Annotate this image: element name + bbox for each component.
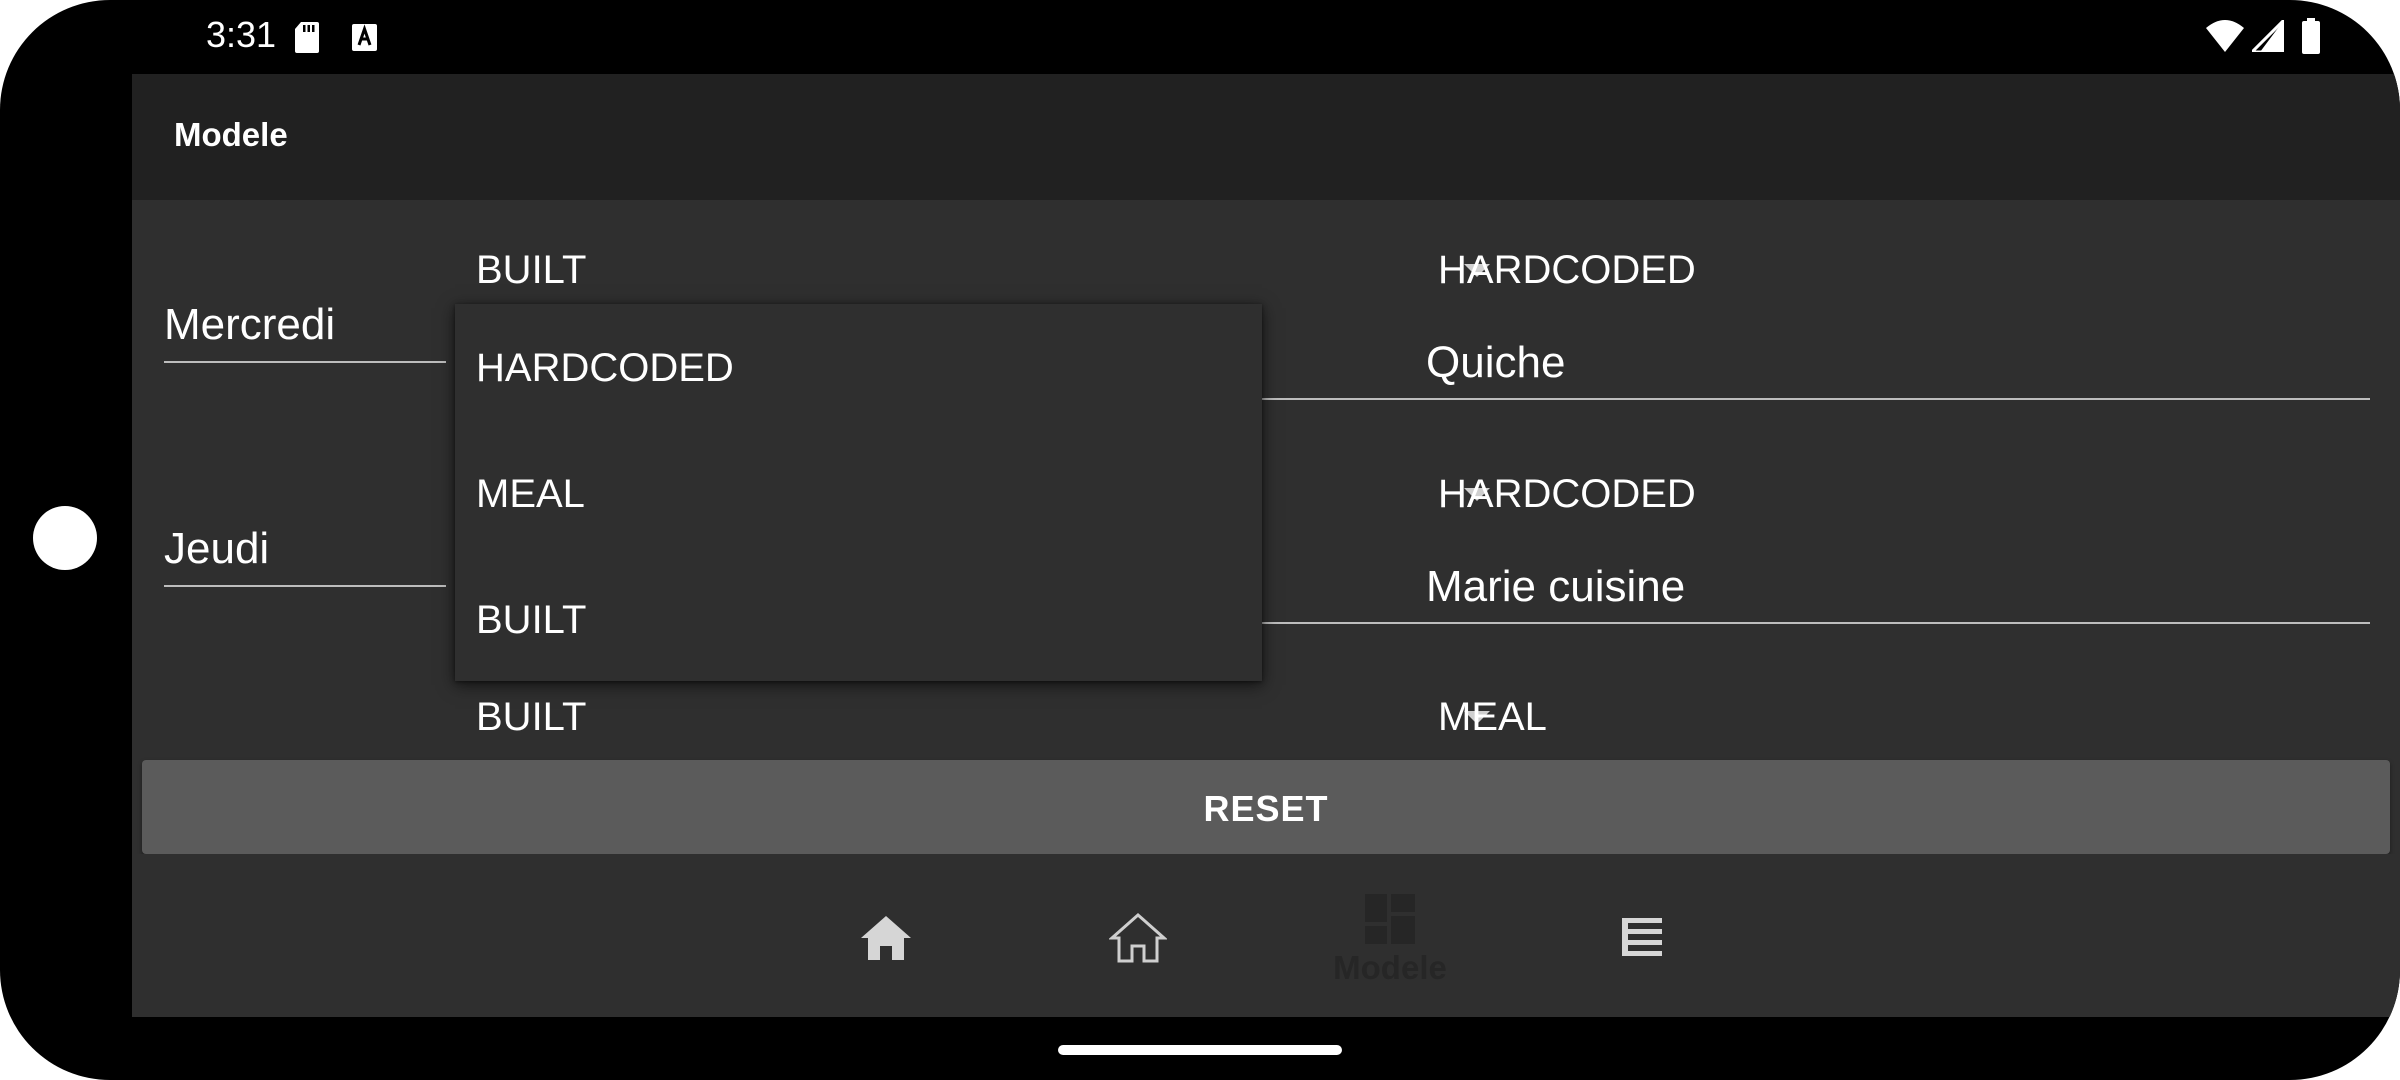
day-label-jeudi: Jeudi <box>164 524 270 573</box>
reset-button-label: RESET <box>1203 788 1329 829</box>
home-filled-icon <box>861 916 911 960</box>
row2-right-field[interactable]: Marie cuisine <box>1426 554 2370 624</box>
text-field-value: Marie cuisine <box>1426 562 1686 611</box>
sd-card-icon <box>295 22 319 53</box>
nav-item-home[interactable] <box>786 854 986 1017</box>
dropdown-option-meal[interactable]: MEAL <box>455 430 1262 556</box>
battery-icon <box>2302 18 2320 54</box>
row2-right-spinner[interactable]: HARDCODED <box>1426 458 2400 528</box>
row1-right-spinner[interactable]: HARDCODED <box>1426 234 2400 304</box>
spinner-dropdown-menu: HARDCODED MEAL BUILT <box>455 304 1262 681</box>
list-icon <box>1622 918 1662 956</box>
nav-label-modele: Modele <box>1333 949 1447 986</box>
day-underline <box>164 585 446 587</box>
dashboard-icon <box>1365 894 1415 944</box>
spinner-value: BUILT <box>476 248 587 292</box>
home-outline-icon <box>1109 912 1167 963</box>
wifi-icon <box>2206 20 2244 52</box>
app-screen: Modele Mercredi BUILT HARDCODED Quiche J… <box>132 74 2400 1017</box>
status-bar: 3:31 <box>0 0 2400 74</box>
day-label-mercredi: Mercredi <box>164 300 336 349</box>
nav-item-home-outline[interactable] <box>1038 854 1238 1017</box>
dropdown-option-built[interactable]: BUILT <box>455 556 1262 682</box>
app-bar: Modele <box>132 74 2400 200</box>
gesture-navigation-bar[interactable] <box>1058 1045 1342 1055</box>
spinner-value: HARDCODED <box>1438 472 1696 516</box>
reset-button[interactable]: RESET <box>142 760 2390 854</box>
field-underline <box>1426 622 2370 624</box>
dropdown-option-label: HARDCODED <box>476 346 734 390</box>
row1-left-spinner[interactable]: BUILT <box>464 234 1494 304</box>
row3-right-spinner[interactable]: MEAL <box>1426 681 2400 751</box>
status-time: 3:31 <box>206 14 277 55</box>
text-field-value: Quiche <box>1426 338 1566 387</box>
dropdown-option-hardcoded[interactable]: HARDCODED <box>455 304 1262 430</box>
dropdown-option-label: MEAL <box>476 472 585 516</box>
spinner-value: BUILT <box>476 695 587 739</box>
spinner-value: HARDCODED <box>1438 248 1696 292</box>
row1-right-field[interactable]: Quiche <box>1426 330 2370 400</box>
text-a-icon <box>352 24 377 51</box>
camera-cutout <box>33 506 97 570</box>
field-underline <box>1426 398 2370 400</box>
nav-item-modele[interactable]: Modele <box>1290 854 1490 1017</box>
signal-icon <box>2252 20 2284 52</box>
row3-left-spinner[interactable]: BUILT <box>464 681 1494 751</box>
nav-item-list[interactable] <box>1542 854 1742 1017</box>
bottom-navigation: Modele <box>132 854 2400 1017</box>
dropdown-option-label: BUILT <box>476 598 587 642</box>
day-underline <box>164 361 446 363</box>
page-title: Modele <box>174 116 288 153</box>
device-frame: 3:31 Modele Mercredi BUILT HARDCODED Qui… <box>0 0 2400 1080</box>
spinner-value: MEAL <box>1438 695 1547 739</box>
